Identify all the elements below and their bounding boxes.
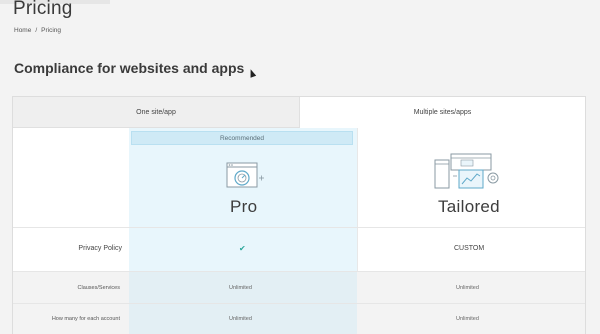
breadcrumb-separator: / xyxy=(35,27,38,34)
row-divider xyxy=(13,227,585,228)
section-title: Compliance for websites and apps xyxy=(14,60,245,76)
check-icon: ✔ xyxy=(239,244,246,253)
plan-tabs: One site/app Multiple sites/apps xyxy=(13,97,585,128)
feature-value-tailored-how-many: Unlimited xyxy=(456,316,479,322)
multi-screens-gear-icon xyxy=(434,153,499,189)
tab-one-site[interactable]: One site/app xyxy=(13,97,300,128)
mouse-cursor-icon xyxy=(247,68,257,78)
gauge-window-icon xyxy=(226,162,264,188)
feature-value-pro-clauses: Unlimited xyxy=(229,285,252,291)
recommended-badge: Recommended xyxy=(131,131,353,145)
feature-label-how-many: How many for each account xyxy=(51,316,120,322)
feature-label-clauses: Clauses/Services xyxy=(77,285,121,291)
feature-label-privacy-policy: Privacy Policy xyxy=(78,245,122,252)
row-divider xyxy=(13,271,585,272)
feature-value-pro-how-many: Unlimited xyxy=(229,316,252,322)
plan-name-tailored: Tailored xyxy=(438,197,500,216)
feature-value-tailored-clauses: Unlimited xyxy=(456,285,479,291)
pricing-card: One site/app Multiple sites/apps Recomme… xyxy=(12,96,586,334)
plan-name-pro: Pro xyxy=(230,197,258,216)
page-title: Pricing xyxy=(13,0,73,19)
feature-value-tailored-privacy: CUSTOM xyxy=(454,245,485,252)
breadcrumb-current: Pricing xyxy=(41,27,62,34)
row-divider xyxy=(13,303,585,304)
breadcrumb: Home / Pricing xyxy=(14,27,61,34)
breadcrumb-home[interactable]: Home xyxy=(14,27,31,34)
tab-multiple-sites[interactable]: Multiple sites/apps xyxy=(300,97,585,128)
